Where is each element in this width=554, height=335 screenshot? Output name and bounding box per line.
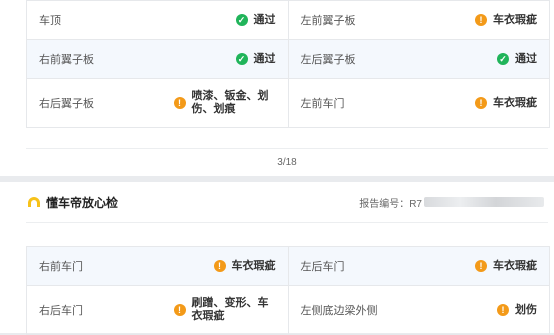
result-text: 刷蹭、变形、车衣瑕疵 xyxy=(191,297,269,322)
item-label: 左侧底边梁外侧 xyxy=(300,305,378,317)
header-divider xyxy=(26,222,548,223)
exclamation-circle-icon: ! xyxy=(497,304,509,316)
result-text: 车衣瑕疵 xyxy=(493,13,537,26)
report-page-top: 车顶 ✓ 通过 左前翼子板 ! 车衣瑕疵 右前翼子板 ✓ 通过 左后翼子板 ✓ 通过 右… xyxy=(0,0,554,176)
result: ! 刷蹭、变形、车衣瑕疵 xyxy=(173,297,276,323)
exclamation-circle-icon: ! xyxy=(475,97,487,109)
table-row: 右后翼子板 ! 喷漆、钣金、划伤、划痕 左前车门 ! 车衣瑕疵 xyxy=(27,78,549,127)
table-cell: 左前翼子板 ! 车衣瑕疵 xyxy=(287,1,550,39)
inspection-table-bottom: 右前车门 ! 车衣瑕疵 左后车门 ! 车衣瑕疵 右后车门 ! 刷蹭、变形、车衣瑕疵 左… xyxy=(26,246,550,335)
exclamation-circle-icon: ! xyxy=(475,260,487,272)
result: ! 划伤 xyxy=(497,304,537,317)
report-number-label: 报告编号：R7 xyxy=(359,198,422,210)
item-label: 左前翼子板 xyxy=(300,15,356,27)
table-cell: 右前翼子板 ✓ 通过 xyxy=(27,40,288,78)
result: ✓ 通过 xyxy=(235,52,276,66)
table-row: 右前翼子板 ✓ 通过 左后翼子板 ✓ 通过 xyxy=(27,39,549,78)
table-row: 车顶 ✓ 通过 左前翼子板 ! 车衣瑕疵 xyxy=(27,1,549,39)
result-text: 通过 xyxy=(515,52,537,65)
result-text: 车衣瑕疵 xyxy=(231,259,276,272)
result: ! 车衣瑕疵 xyxy=(213,259,276,273)
result-text: 车衣瑕疵 xyxy=(493,259,537,272)
item-label: 左后车门 xyxy=(300,261,345,273)
page-indicator: 3/18 xyxy=(26,148,548,168)
brand: 懂车帝放心检 xyxy=(26,194,118,211)
result: ! 车衣瑕疵 xyxy=(475,260,537,273)
table-cell: 左侧底边梁外侧 ! 划伤 xyxy=(287,286,550,334)
check-circle-icon: ✓ xyxy=(497,53,509,65)
report-header: 懂车帝放心检 报告编号：R7 xyxy=(0,182,554,222)
result-text: 通过 xyxy=(253,13,276,26)
result: ✓ 通过 xyxy=(497,53,537,66)
table-row: 右前车门 ! 车衣瑕疵 左后车门 ! 车衣瑕疵 xyxy=(27,247,549,285)
table-row: 右后车门 ! 刷蹭、变形、车衣瑕疵 左侧底边梁外侧 ! 划伤 xyxy=(27,285,549,334)
item-label: 车顶 xyxy=(39,15,61,27)
item-label: 左后翼子板 xyxy=(300,54,356,66)
item-label: 右前车门 xyxy=(39,261,83,273)
result-text: 车衣瑕疵 xyxy=(493,96,537,109)
result: ! 车衣瑕疵 xyxy=(475,97,537,110)
helmet-logo-icon xyxy=(28,197,40,207)
item-label: 右后车门 xyxy=(39,305,83,317)
result-text: 喷漆、钣金、划伤、划痕 xyxy=(191,90,269,115)
table-cell: 左后车门 ! 车衣瑕疵 xyxy=(287,247,550,285)
table-cell: 右后翼子板 ! 喷漆、钣金、划伤、划痕 xyxy=(27,79,288,127)
item-label: 右后翼子板 xyxy=(39,98,94,110)
brand-name: 懂车帝放心检 xyxy=(46,195,119,210)
check-circle-icon: ✓ xyxy=(235,14,248,26)
exclamation-circle-icon: ! xyxy=(173,304,186,316)
result-text: 通过 xyxy=(253,52,276,65)
exclamation-circle-icon: ! xyxy=(173,97,186,109)
result: ✓ 通过 xyxy=(235,13,276,27)
table-cell: 右前车门 ! 车衣瑕疵 xyxy=(27,247,288,285)
table-cell: 左前车门 ! 车衣瑕疵 xyxy=(287,79,550,127)
result-text: 划伤 xyxy=(515,303,537,316)
table-cell: 左后翼子板 ✓ 通过 xyxy=(287,40,550,78)
report-page-bottom: 懂车帝放心检 报告编号：R7 右前车门 ! 车衣瑕疵 左后车门 ! 车衣瑕疵 右后车… xyxy=(0,182,554,335)
table-cell: 右后车门 ! 刷蹭、变形、车衣瑕疵 xyxy=(27,286,288,334)
redacted-report-number xyxy=(424,197,544,207)
exclamation-circle-icon: ! xyxy=(213,260,226,272)
report-number: 报告编号：R7 xyxy=(359,195,544,210)
exclamation-circle-icon: ! xyxy=(475,14,487,26)
item-label: 左前车门 xyxy=(300,98,345,110)
result: ! 车衣瑕疵 xyxy=(475,14,537,27)
table-cell: 车顶 ✓ 通过 xyxy=(27,1,288,39)
inspection-table-top: 车顶 ✓ 通过 左前翼子板 ! 车衣瑕疵 右前翼子板 ✓ 通过 左后翼子板 ✓ 通过 右… xyxy=(26,0,550,128)
result: ! 喷漆、钣金、划伤、划痕 xyxy=(173,90,276,116)
check-circle-icon: ✓ xyxy=(235,53,248,65)
item-label: 右前翼子板 xyxy=(39,54,94,66)
